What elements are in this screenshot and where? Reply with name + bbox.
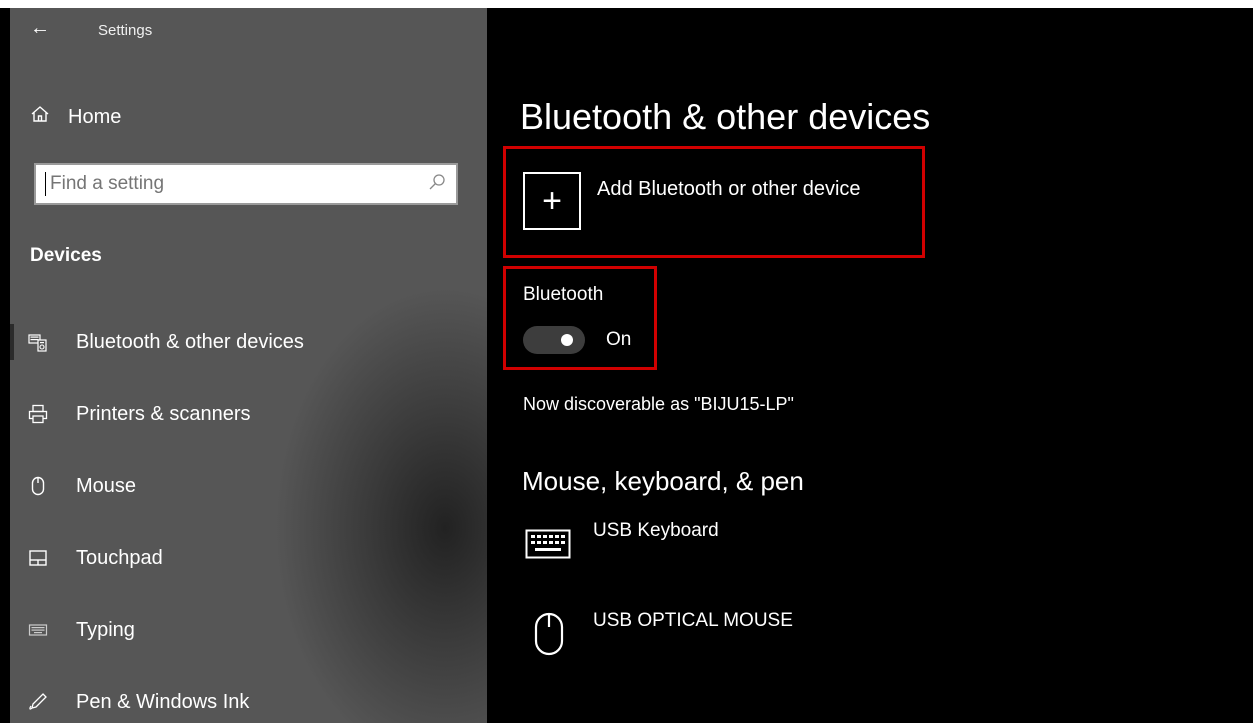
main-content: Bluetooth & other devices + Add Bluetoot…: [487, 8, 1253, 723]
discoverable-text: Now discoverable as "BIJU15-LP": [523, 394, 794, 414]
add-device-label[interactable]: Add Bluetooth or other device: [597, 178, 861, 201]
sidebar-item-bluetooth[interactable]: Bluetooth & other devices: [10, 306, 487, 378]
add-device-button[interactable]: +: [523, 172, 581, 230]
search-box[interactable]: [34, 163, 458, 205]
bluetooth-label: Bluetooth: [523, 284, 604, 305]
bluetooth-toggle-state: On: [606, 329, 632, 350]
toggle-knob: [561, 334, 573, 346]
plus-icon: +: [542, 181, 562, 220]
settings-window: ← Settings Home Devices Bluetooth & othe…: [0, 8, 1253, 723]
sidebar-item-touchpad[interactable]: Touchpad: [10, 522, 487, 594]
sidebar-nav: Bluetooth & other devices Printers & sca…: [10, 306, 487, 723]
section-heading-mouse-keyboard-pen: Mouse, keyboard, & pen: [522, 466, 804, 496]
mouse-icon: [28, 476, 48, 496]
bluetooth-toggle[interactable]: [523, 326, 585, 354]
sidebar-item-label: Printers & scanners: [76, 402, 251, 425]
bluetooth-devices-icon: [28, 332, 48, 352]
sidebar-item-label: Bluetooth & other devices: [76, 330, 304, 353]
touchpad-icon: [28, 548, 48, 568]
pen-icon: [28, 692, 48, 712]
sidebar-item-printers[interactable]: Printers & scanners: [10, 378, 487, 450]
keyboard-icon: [28, 620, 48, 640]
sidebar-item-typing[interactable]: Typing: [10, 594, 487, 666]
sidebar-item-label: Touchpad: [76, 546, 163, 569]
window-title: Settings: [98, 22, 153, 39]
mouse-icon: [529, 608, 569, 660]
page-title: Bluetooth & other devices: [520, 96, 931, 137]
search-input[interactable]: [46, 173, 428, 195]
sidebar-item-mouse[interactable]: Mouse: [10, 450, 487, 522]
section-label-devices: Devices: [30, 245, 102, 266]
sidebar: ← Settings Home Devices Bluetooth & othe…: [10, 8, 487, 723]
home-icon: [30, 104, 50, 130]
back-arrow-icon[interactable]: ←: [30, 18, 50, 38]
sidebar-item-pen[interactable]: Pen & Windows Ink: [10, 666, 487, 723]
device-name-keyboard[interactable]: USB Keyboard: [593, 520, 719, 542]
selection-marker: [10, 324, 14, 360]
home-label: Home: [68, 105, 122, 128]
bluetooth-toggle-highlight-box: [503, 266, 657, 370]
keyboard-icon: [523, 524, 573, 564]
device-name-mouse[interactable]: USB OPTICAL MOUSE: [593, 610, 793, 632]
sidebar-item-label: Mouse: [76, 474, 137, 497]
printer-icon: [28, 404, 48, 424]
sidebar-item-label: Typing: [76, 618, 135, 641]
home-nav-item[interactable]: Home: [30, 104, 121, 130]
search-icon[interactable]: [428, 173, 446, 196]
sidebar-item-label: Pen & Windows Ink: [76, 690, 250, 713]
